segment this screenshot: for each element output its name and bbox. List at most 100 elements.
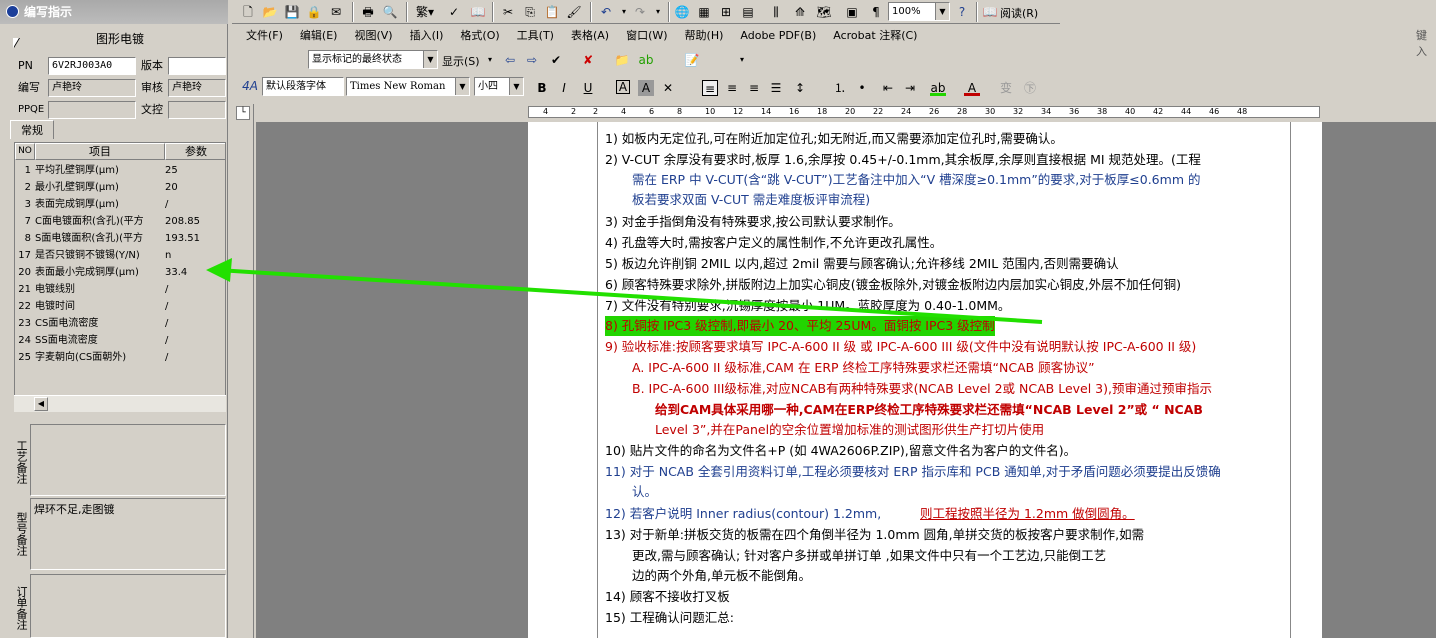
font-color-icon[interactable]: A — [964, 80, 980, 96]
row-value[interactable]: / — [165, 332, 225, 349]
next-change-icon[interactable]: ⇨ — [524, 52, 540, 68]
paragraph-mark-icon[interactable]: ¶ — [868, 4, 884, 20]
cut-icon[interactable]: ✂ — [500, 4, 516, 20]
hyperlink-icon[interactable]: 🌐 — [674, 4, 690, 20]
paste-icon[interactable]: 📋 — [544, 4, 560, 20]
align-right-icon[interactable]: ≡ — [746, 80, 762, 96]
document-map-icon[interactable]: 🗺 — [816, 4, 832, 20]
read-button[interactable]: 阅读(R) — [1000, 5, 1038, 21]
align-center-icon[interactable]: ≡ — [724, 80, 740, 96]
show-hide-icon[interactable]: ▣ — [844, 4, 860, 20]
undo-dropdown-icon[interactable]: ▾ — [616, 4, 632, 20]
size-select[interactable]: 小四 ▼ — [474, 77, 524, 96]
columns-icon[interactable]: ⫼ — [768, 4, 784, 20]
menu-table[interactable]: 表格(A) — [571, 29, 609, 42]
format-painter-icon[interactable]: 🖌 — [566, 4, 582, 20]
chevron-down-icon[interactable]: ▼ — [509, 78, 523, 95]
reject-change-icon[interactable]: ✘ — [580, 52, 596, 68]
track-changes-icon[interactable]: ab — [638, 52, 654, 68]
email-icon[interactable]: ✉ — [328, 4, 344, 20]
drawing-icon[interactable]: ⟰ — [792, 4, 808, 20]
help-icon[interactable]: ? — [954, 4, 970, 20]
enclose-char-icon[interactable]: ㊦ — [1022, 80, 1038, 96]
spelling-icon[interactable]: ✓ — [446, 4, 462, 20]
memo-model[interactable]: 焊环不足,走图镀 — [30, 498, 226, 570]
col-header-value[interactable]: 参数 — [165, 143, 225, 160]
author-field[interactable]: 卢艳玲 — [48, 79, 136, 97]
read-icon[interactable]: 📖 — [982, 4, 998, 20]
char-shading-icon[interactable]: A — [638, 80, 654, 96]
memo-order[interactable] — [30, 574, 226, 638]
menu-insert[interactable]: 插入(I) — [410, 29, 444, 42]
font-select[interactable]: Times New Roman ▼ — [346, 77, 470, 96]
col-header-name[interactable]: 项目 — [35, 143, 165, 160]
markup-select[interactable]: 显示标记的最终状态 ▼ — [308, 50, 438, 69]
justify-icon[interactable]: ☰ — [768, 80, 784, 96]
show-menu[interactable]: 显示(S) — [442, 53, 480, 69]
row-value[interactable]: / — [165, 281, 225, 298]
ppqe-field[interactable] — [48, 101, 136, 119]
memo-process[interactable] — [30, 424, 226, 496]
chevron-down-icon[interactable]: ▼ — [423, 51, 437, 68]
new-comment-icon[interactable]: 📁 — [614, 52, 630, 68]
table-row[interactable]: 22 电镀时间 / — [15, 298, 225, 315]
row-value[interactable]: 208.85 — [165, 213, 225, 230]
char-scaling-icon[interactable]: ✕ — [660, 80, 676, 96]
styles-icon[interactable]: 4A — [242, 78, 258, 94]
table-row[interactable]: 17 是否只镀铜不镀锡(Y/N) n — [15, 247, 225, 264]
permission-icon[interactable]: 🔒 — [306, 4, 322, 20]
row-value[interactable]: / — [165, 349, 225, 366]
row-value[interactable]: 193.51 — [165, 230, 225, 247]
tab-selector-icon[interactable]: └ — [236, 106, 250, 120]
menu-acrobat[interactable]: Acrobat 注释(C) — [833, 29, 917, 42]
insert-excel-icon[interactable]: ▤ — [740, 4, 756, 20]
chevron-down-icon[interactable]: ▼ — [935, 3, 949, 20]
row-value[interactable]: / — [165, 315, 225, 332]
menu-help[interactable]: 帮助(H) — [685, 29, 724, 42]
show-dropdown-icon[interactable]: ▾ — [482, 52, 498, 68]
line-spacing-icon[interactable]: ↕ — [792, 80, 808, 96]
table-row[interactable]: 8 S面电镀面积(含孔)(平方 193.51 — [15, 230, 225, 247]
menu-window[interactable]: 窗口(W) — [626, 29, 667, 42]
table-row[interactable]: 25 字麦朝向(CS面朝外) / — [15, 349, 225, 366]
table-row[interactable]: 24 SS面电流密度 / — [15, 332, 225, 349]
highlight-icon[interactable]: ab — [930, 80, 946, 96]
copy-icon[interactable]: ⎘ — [522, 4, 538, 20]
previous-change-icon[interactable]: ⇦ — [502, 52, 518, 68]
menu-view[interactable]: 视图(V) — [354, 29, 392, 42]
row-value[interactable]: 25 — [165, 162, 225, 179]
table-row[interactable]: 23 CS面电流密度 / — [15, 315, 225, 332]
table-row[interactable]: 21 电镀线别 / — [15, 281, 225, 298]
bullets-icon[interactable]: • — [854, 80, 870, 96]
bold-icon[interactable]: B — [534, 80, 550, 96]
help-search-hint[interactable]: 键入 — [1416, 27, 1436, 59]
row-value[interactable]: 20 — [165, 179, 225, 196]
menu-edit[interactable]: 编辑(E) — [300, 29, 338, 42]
table-row[interactable]: 7 C面电镀面积(含孔)(平方 208.85 — [15, 213, 225, 230]
menu-format[interactable]: 格式(O) — [460, 29, 499, 42]
menu-tools[interactable]: 工具(T) — [517, 29, 554, 42]
decrease-indent-icon[interactable]: ⇤ — [880, 80, 896, 96]
scroll-left-icon[interactable]: ◀ — [34, 397, 48, 411]
save-icon[interactable]: 💾 — [284, 4, 300, 20]
char-border-icon[interactable]: A — [616, 80, 630, 94]
traditional-chinese-icon[interactable]: 繁▾ — [414, 4, 436, 20]
increase-indent-icon[interactable]: ⇥ — [902, 80, 918, 96]
table-row[interactable]: 3 表面完成铜厚(μm) / — [15, 196, 225, 213]
redo-icon[interactable]: ↷ — [632, 4, 648, 20]
row-value[interactable]: 33.4 — [165, 264, 225, 281]
grid-scrollbar[interactable]: ◀ — [14, 395, 226, 412]
italic-icon[interactable]: I — [556, 80, 572, 96]
print-icon[interactable]: 🖶 — [360, 4, 376, 20]
row-value[interactable]: n — [165, 247, 225, 264]
pn-field[interactable]: 6V2RJ003A0 — [48, 57, 136, 75]
new-icon[interactable]: 🗋 — [240, 4, 256, 20]
reviewing-pane-icon[interactable]: 📝 — [684, 52, 700, 68]
align-left-icon[interactable]: ≡ — [702, 80, 718, 96]
phonetic-guide-icon[interactable]: 变 — [998, 80, 1014, 96]
row-value[interactable]: / — [165, 298, 225, 315]
style-select[interactable]: 默认段落字体 — [262, 77, 344, 96]
row-value[interactable]: / — [165, 196, 225, 213]
research-icon[interactable]: 📖 — [470, 4, 486, 20]
version-field[interactable] — [168, 57, 226, 75]
